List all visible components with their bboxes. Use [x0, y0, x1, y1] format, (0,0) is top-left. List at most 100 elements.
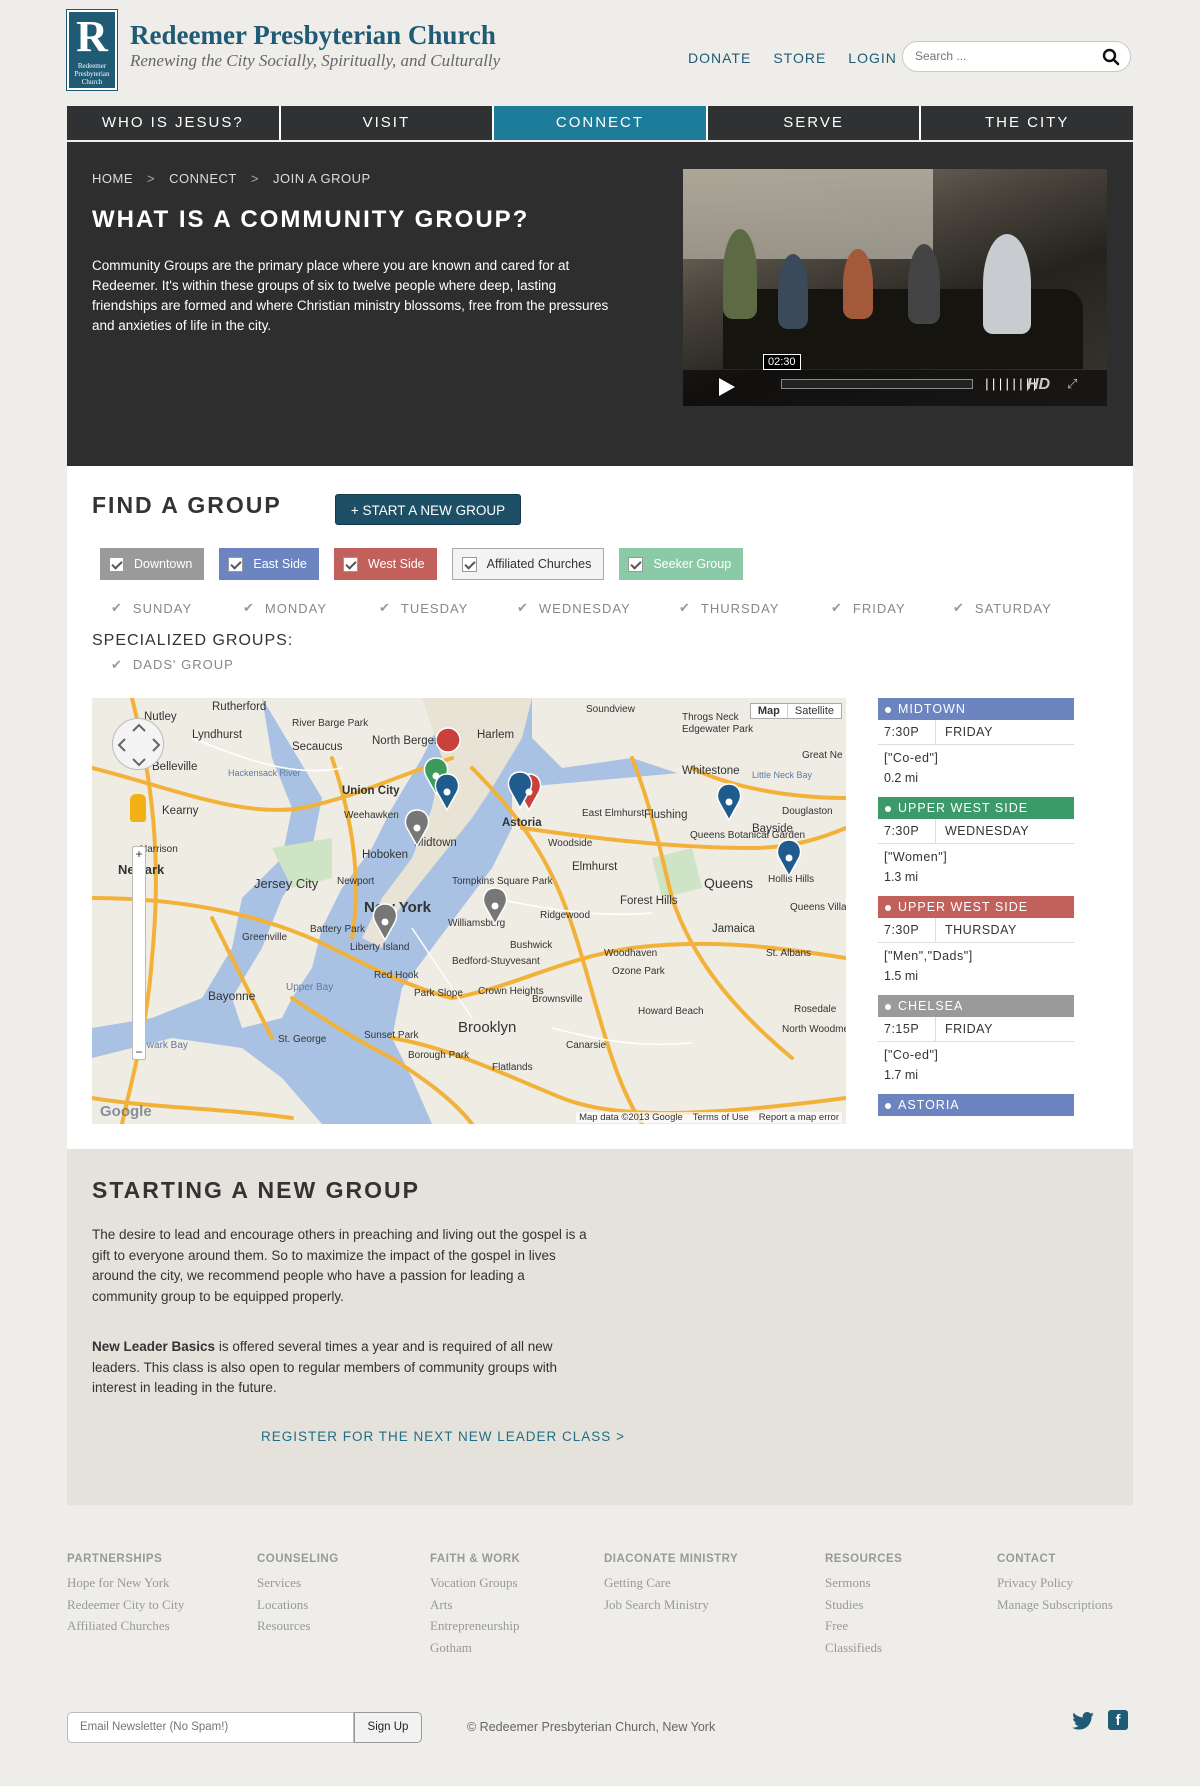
footer-link[interactable]: Hope for New York: [67, 1572, 184, 1594]
footer-link[interactable]: Getting Care: [604, 1572, 738, 1594]
group-result[interactable]: UPPER WEST SIDE 7:30P WEDNESDAY ["Women"]…: [878, 797, 1074, 887]
search-icon[interactable]: [1102, 48, 1120, 66]
map-label: St. Albans: [766, 948, 811, 959]
day-friday[interactable]: ✔ FRIDAY: [831, 600, 953, 616]
zoom-out-icon[interactable]: −: [133, 1045, 145, 1059]
street-view-pegman-icon[interactable]: [130, 794, 146, 822]
check-icon: ✔: [517, 600, 529, 615]
check-icon: ✔: [111, 600, 123, 615]
nav-the-city[interactable]: THE CITY: [921, 106, 1133, 140]
filter-downtown[interactable]: Downtown: [100, 548, 205, 580]
footer-link[interactable]: Affiliated Churches: [67, 1615, 184, 1637]
map-pin-icon: [435, 727, 461, 753]
google-logo: Google: [100, 1103, 152, 1120]
footer-heading: CONTACT: [997, 1553, 1056, 1565]
church-logo[interactable]: R Redeemer Presbyterian Church: [66, 9, 118, 91]
footer-link[interactable]: Manage Subscriptions: [997, 1594, 1113, 1616]
specialized-dads-group[interactable]: ✔ DADS' GROUP: [111, 657, 234, 673]
footer-link[interactable]: Locations: [257, 1594, 339, 1616]
map-label: Weehawken: [344, 810, 399, 821]
day-thursday[interactable]: ✔ THURSDAY: [679, 600, 831, 616]
map-type-satellite[interactable]: Satellite: [788, 704, 841, 718]
day-saturday[interactable]: ✔ SATURDAY: [953, 600, 1052, 616]
video-progress-bar[interactable]: [781, 379, 973, 389]
group-result-header: CHELSEA: [878, 995, 1074, 1017]
map-label: Astoria: [502, 817, 542, 829]
footer-link[interactable]: Classifieds: [825, 1637, 902, 1659]
search-input[interactable]: [915, 49, 1095, 63]
group-result[interactable]: CHELSEA 7:15P FRIDAY ["Co-ed"] 1.7 mi: [878, 995, 1074, 1085]
group-map[interactable]: Rutherford Nutley Lyndhurst River Barge …: [92, 698, 846, 1124]
group-results-list: MIDTOWN 7:30P FRIDAY ["Co-ed"] 0.2 mi UPP…: [878, 698, 1074, 1124]
filter-affiliated-churches[interactable]: Affiliated Churches: [451, 548, 605, 580]
nav-visit[interactable]: VISIT: [281, 106, 495, 140]
filter-west-side[interactable]: West Side: [333, 548, 437, 580]
day-wednesday[interactable]: ✔ WEDNESDAY: [517, 600, 679, 616]
facebook-icon[interactable]: f: [1108, 1710, 1128, 1730]
footer-link[interactable]: Job Search Ministry: [604, 1594, 738, 1616]
map-label: Tompkins Square Park: [452, 876, 554, 887]
map-type-map[interactable]: Map: [751, 704, 788, 718]
footer-link[interactable]: Sermons: [825, 1572, 902, 1594]
map-label: North Bergen: [372, 735, 440, 747]
day-tuesday[interactable]: ✔ TUESDAY: [379, 600, 517, 616]
footer-heading: RESOURCES: [825, 1553, 903, 1565]
video-frame-wall: [683, 169, 933, 259]
map-label: Jamaica: [712, 923, 755, 935]
group-result[interactable]: UPPER WEST SIDE 7:30P THURSDAY ["Men","Da…: [878, 896, 1074, 986]
footer-link[interactable]: Privacy Policy: [997, 1572, 1113, 1594]
group-result[interactable]: ASTORIA: [878, 1094, 1074, 1116]
footer-link[interactable]: Gotham: [430, 1637, 520, 1659]
footer-link[interactable]: Arts: [430, 1594, 520, 1616]
day-monday[interactable]: ✔ MONDAY: [243, 600, 379, 616]
video-time: 02:30: [763, 354, 801, 370]
map-pan-control[interactable]: [112, 718, 164, 770]
footer-column-resources: RESOURCES Sermons Studies Free Classifie…: [825, 1553, 902, 1658]
map-zoom-slider[interactable]: + −: [132, 846, 146, 1060]
footer-link[interactable]: Redeemer City to City: [67, 1594, 184, 1616]
logo-small-text: Redeemer Presbyterian Church: [74, 62, 110, 86]
newsletter-signup-button[interactable]: Sign Up: [354, 1712, 422, 1743]
map-label: Bayside: [752, 823, 793, 835]
map-label: Bedford-Stuyvesant: [452, 956, 540, 967]
filter-seeker-group[interactable]: Seeker Group: [619, 548, 744, 580]
map-label: Forest Hills: [620, 895, 678, 907]
day-sunday[interactable]: ✔ SUNDAY: [111, 600, 243, 616]
start-new-group-button[interactable]: + START A NEW GROUP: [335, 494, 521, 525]
map-label: Hackensack River: [228, 768, 301, 778]
map-terms-link[interactable]: Terms of Use: [693, 1112, 749, 1123]
donate-link[interactable]: DONATE: [688, 50, 751, 66]
map-label: Woodside: [548, 838, 593, 849]
footer-link[interactable]: Studies: [825, 1594, 902, 1616]
footer-link[interactable]: Entrepreneurship: [430, 1615, 520, 1637]
footer-link[interactable]: Services: [257, 1572, 339, 1594]
register-leader-class-link[interactable]: REGISTER FOR THE NEXT NEW LEADER CLASS >: [261, 1429, 625, 1444]
play-icon[interactable]: [719, 378, 735, 396]
zoom-in-icon[interactable]: +: [133, 847, 145, 861]
map-label: Harlem: [477, 729, 514, 741]
nav-serve[interactable]: SERVE: [708, 106, 922, 140]
nav-connect[interactable]: CONNECT: [494, 106, 708, 140]
footer-link[interactable]: Free: [825, 1615, 902, 1637]
group-result[interactable]: MIDTOWN 7:30P FRIDAY ["Co-ed"] 0.2 mi: [878, 698, 1074, 788]
map-label: Hoboken: [362, 849, 408, 861]
video-player[interactable]: 02:30 |||||||| HD ⤢: [683, 169, 1107, 406]
breadcrumb-home[interactable]: HOME: [92, 171, 133, 186]
breadcrumb-connect[interactable]: CONNECT: [169, 171, 237, 186]
nav-who-is-jesus[interactable]: WHO IS JESUS?: [67, 106, 281, 140]
site-title[interactable]: Redeemer Presbyterian Church: [130, 20, 496, 51]
newsletter-email-input[interactable]: [80, 1721, 340, 1733]
group-result-schedule: 7:15P FRIDAY: [878, 1017, 1074, 1042]
map-report-error-link[interactable]: Report a map error: [759, 1112, 839, 1123]
login-link[interactable]: LOGIN: [848, 50, 897, 66]
map-label: Queens Village: [790, 902, 846, 913]
hd-toggle[interactable]: HD: [1027, 376, 1050, 394]
map-label: East Elmhurst: [582, 808, 644, 819]
twitter-icon[interactable]: [1072, 1712, 1094, 1730]
store-link[interactable]: STORE: [773, 50, 826, 66]
video-frame-person: [983, 234, 1031, 334]
footer-link[interactable]: Vocation Groups: [430, 1572, 520, 1594]
fullscreen-icon[interactable]: ⤢: [1067, 376, 1077, 392]
filter-east-side[interactable]: East Side: [219, 548, 319, 580]
footer-link[interactable]: Resources: [257, 1615, 339, 1637]
